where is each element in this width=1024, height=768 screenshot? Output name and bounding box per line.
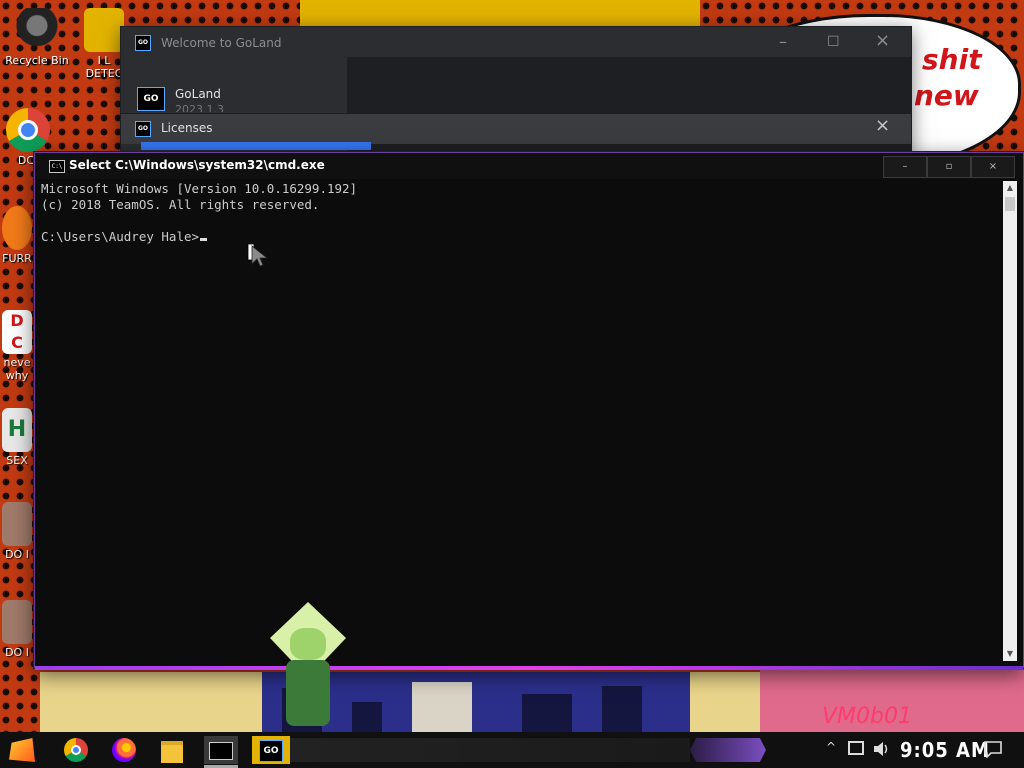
cmd-scrollbar[interactable]: ▲ ▼	[1003, 181, 1017, 661]
goland-minimize-button[interactable]: –	[779, 34, 787, 50]
desktop-icon-label: DO I	[5, 548, 29, 561]
desktop-icon-label: DETEC	[85, 67, 123, 80]
goland-icon: GO	[259, 740, 283, 762]
text-cursor	[200, 238, 208, 241]
cmd-window-title: Select C:\Windows\system32\cmd.exe	[69, 158, 325, 172]
chrome-icon	[6, 108, 50, 152]
taskbar-chrome[interactable]	[60, 736, 92, 764]
file-explorer-icon	[161, 741, 183, 763]
notification-icon[interactable]	[984, 740, 1002, 758]
licenses-dialog[interactable]: GO Licenses ×	[121, 113, 911, 150]
goland-app-icon: GO	[137, 87, 165, 111]
wallpaper-corner-text: VM0b01	[822, 704, 912, 729]
start-button[interactable]	[6, 736, 38, 764]
scroll-up-arrow-icon[interactable]: ▲	[1003, 181, 1017, 195]
taskbar-clock[interactable]: 9:05 AM	[900, 738, 990, 762]
taskbar-cmd[interactable]	[204, 736, 238, 764]
cmd-icon	[209, 742, 233, 760]
desktop-icon-label: FURR	[2, 252, 32, 265]
goland-version: 2023.1.3	[175, 103, 224, 112]
desktop-icon-label: Recycle Bin	[5, 54, 69, 67]
cmd-titlebar[interactable]: C:\ Select C:\Windows\system32\cmd.exe –…	[35, 153, 1023, 179]
desktop-icon-7[interactable]: DO I	[0, 502, 34, 561]
licenses-title-icon: GO	[135, 121, 151, 137]
cmd-window[interactable]: C:\ Select C:\Windows\system32\cmd.exe –…	[34, 152, 1024, 670]
app-icon	[84, 8, 124, 52]
goland-maximize-button[interactable]: ☐	[827, 34, 840, 50]
licenses-dialog-title: Licenses	[161, 121, 213, 135]
tray-chevron-icon[interactable]: ^	[826, 740, 836, 754]
goland-welcome-window[interactable]: GO Welcome to GoLand – ☐ × GO GoLand 202…	[120, 26, 912, 160]
desktop-icon-label: why	[5, 369, 29, 382]
desktop-icon-2[interactable]: I L DETEC	[84, 8, 124, 80]
taskbar-file-explorer[interactable]	[156, 736, 188, 764]
app-icon: H	[2, 408, 32, 452]
console-line: Microsoft Windows [Version 10.0.16299.19…	[41, 181, 358, 196]
app-icon	[2, 206, 32, 250]
licenses-close-button[interactable]: ×	[875, 117, 890, 135]
volume-icon[interactable]	[872, 740, 890, 758]
cmd-maximize-button[interactable]: ▫	[927, 156, 971, 178]
goland-close-button[interactable]: ×	[875, 32, 890, 50]
scrollbar-thumb[interactable]	[1005, 197, 1015, 211]
character-sticker	[268, 602, 348, 730]
taskbar-goland[interactable]: GO	[252, 736, 290, 764]
mouse-pointer-icon	[247, 243, 269, 267]
cmd-title-icon: C:\	[49, 160, 65, 173]
character-body	[286, 660, 330, 726]
speech-text-1: shit	[922, 43, 982, 76]
image-file-icon	[2, 502, 32, 546]
goland-app-name: GoLand	[175, 87, 221, 101]
taskbar-purple-deco	[690, 738, 766, 762]
desktop-icon-label: SEX	[6, 454, 28, 467]
app-icon: DC	[2, 310, 32, 354]
taskbar: GO ^ 9:05 AM	[0, 732, 1024, 768]
console-prompt: C:\Users\Audrey Hale>	[41, 229, 200, 244]
window-accent-glow	[35, 666, 1023, 670]
goland-window-title: Welcome to GoLand	[161, 36, 282, 50]
desktop-icon-6[interactable]: H SEX	[0, 408, 34, 467]
character-face	[290, 628, 326, 660]
desktop-icon-label: DO I	[5, 646, 29, 659]
wallpaper-bottom-panel-2	[690, 672, 760, 732]
image-file-icon	[2, 600, 32, 644]
start-icon	[9, 738, 35, 762]
speech-text-2: new	[914, 79, 979, 112]
desktop-icon-recycle-bin[interactable]: Recycle Bin	[4, 8, 70, 67]
console-line: (c) 2018 TeamOS. All rights reserved.	[41, 197, 320, 212]
wallpaper-bottom-panel	[40, 672, 270, 732]
cmd-console-output[interactable]: Microsoft Windows [Version 10.0.16299.19…	[41, 181, 1001, 661]
taskbar-deco-strip	[290, 738, 690, 762]
goland-title-icon: GO	[135, 35, 151, 51]
desktop-icon-label: neve	[3, 356, 31, 369]
cmd-close-button[interactable]: ×	[971, 156, 1015, 178]
firefox-icon	[112, 738, 136, 762]
recycle-bin-icon	[15, 8, 59, 52]
scroll-down-arrow-icon[interactable]: ▼	[1003, 647, 1017, 661]
desktop-icon-8[interactable]: DO I	[0, 600, 34, 659]
chrome-icon	[64, 738, 88, 762]
desktop-icon-5[interactable]: DC neve why	[0, 310, 34, 382]
taskbar-firefox[interactable]	[108, 736, 140, 764]
wallpaper-pink-panel: VM0b01	[760, 670, 1024, 732]
licenses-selection-bar	[141, 142, 371, 150]
cmd-minimize-button[interactable]: –	[883, 156, 927, 178]
desktop-icon-label: I L	[97, 54, 111, 67]
desktop-icon-4[interactable]: FURR	[0, 206, 34, 265]
network-icon[interactable]	[848, 741, 864, 755]
console-prompt-line: C:\Users\Audrey Hale>	[41, 229, 1001, 245]
